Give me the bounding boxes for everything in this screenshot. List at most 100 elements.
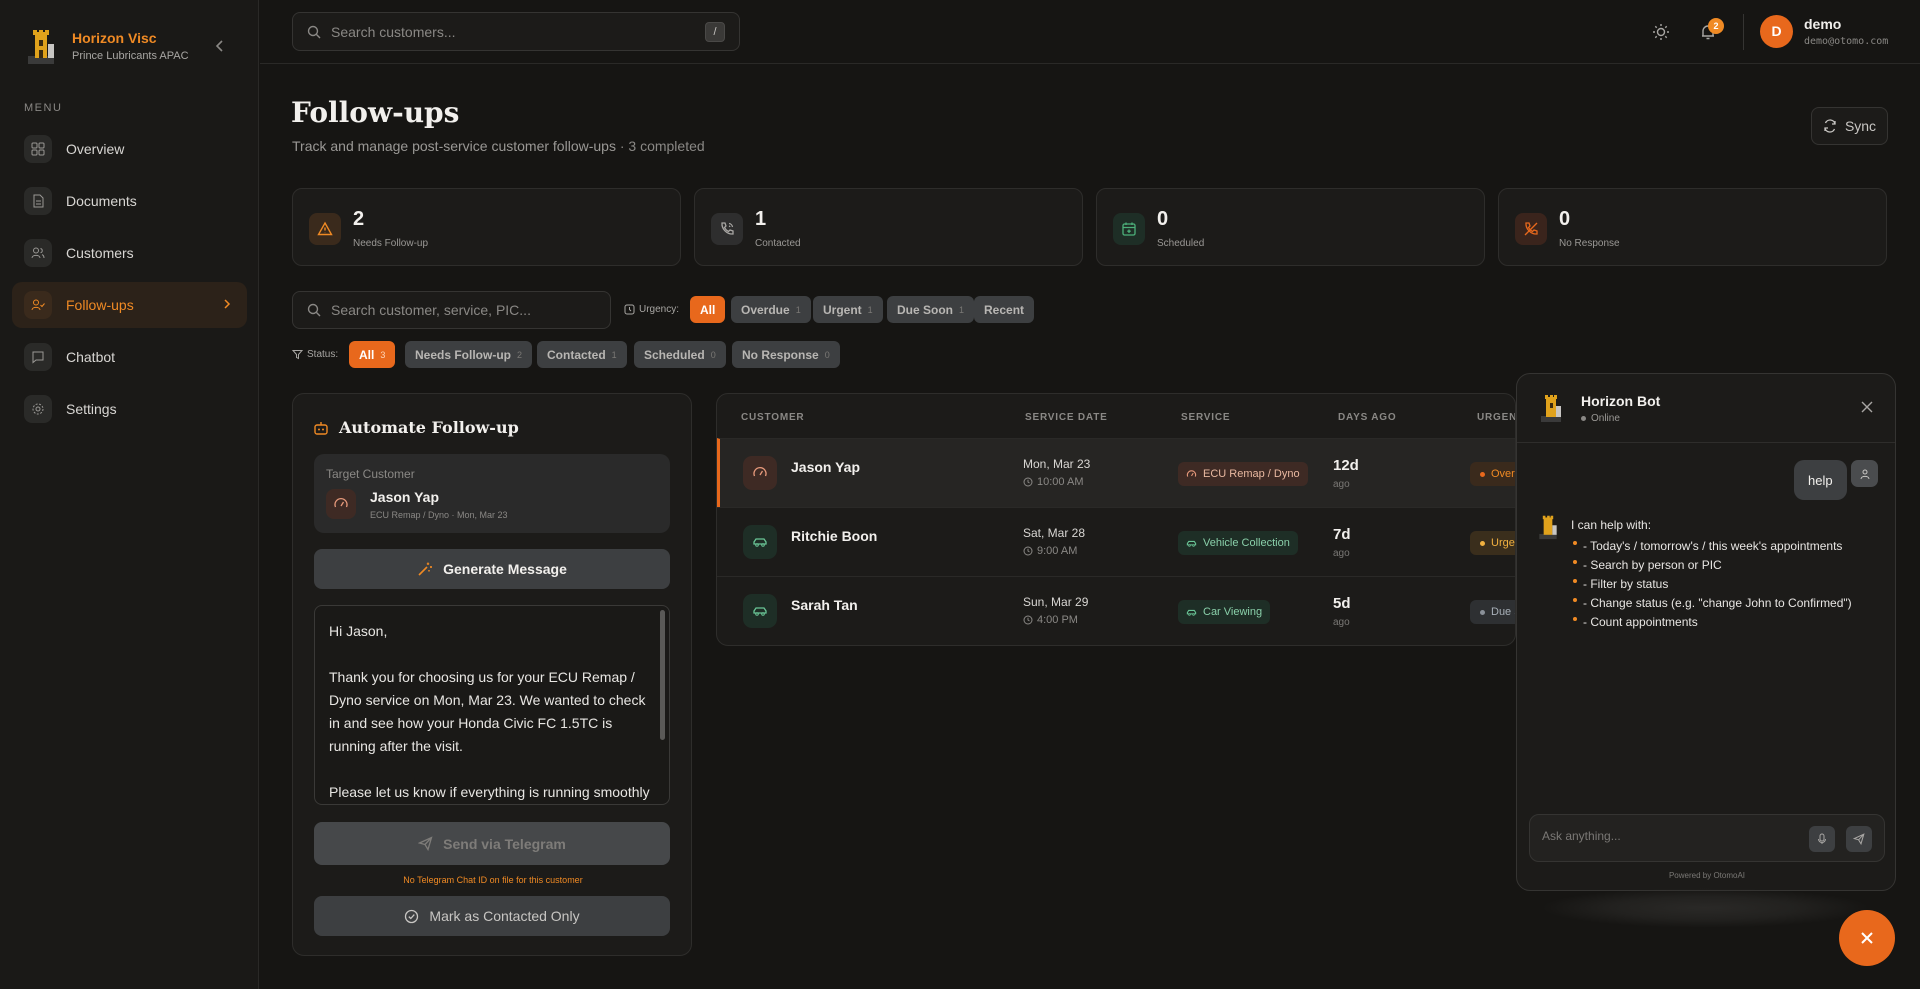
phone-call-icon — [711, 213, 743, 245]
target-customer-card: Target Customer Jason Yap ECU Remap / Dy… — [314, 454, 670, 533]
follow-ups-table: CUSTOMER SERVICE DATE SERVICE DAYS AGO U… — [716, 393, 1516, 646]
stat-card-scheduled[interactable]: 0 Scheduled — [1096, 188, 1485, 266]
urgency-filter-due-soon[interactable]: Due Soon 1 — [887, 296, 975, 323]
generate-message-button[interactable]: Generate Message — [314, 549, 670, 589]
mic-icon[interactable] — [1809, 826, 1835, 852]
chip-label: Needs Follow-up — [415, 347, 511, 362]
column-header-service-date[interactable]: SERVICE DATE — [1025, 412, 1108, 423]
contacted-label: Mark as Contacted Only — [429, 908, 580, 924]
brand[interactable]: Horizon Visc Prince Lubricants APAC — [24, 26, 189, 66]
status-filter-needs-follow-up[interactable]: Needs Follow-up 2 — [405, 341, 533, 368]
chip-label: All — [359, 347, 375, 362]
urgency-filter-recent[interactable]: Recent — [974, 296, 1035, 323]
calendar-plus-icon — [1113, 213, 1145, 245]
stat-value: 2 — [353, 208, 365, 230]
send-via-telegram-button[interactable]: Send via Telegram — [314, 822, 670, 865]
sidebar-item-follow-ups[interactable]: Follow-ups — [12, 282, 247, 328]
table-row[interactable]: Sarah Tan Sun, Mar 29 4:00 PM Car Viewin… — [717, 576, 1515, 645]
gauge-icon — [326, 489, 356, 519]
column-header-urgency[interactable]: URGENCY — [1477, 412, 1515, 423]
message-textarea[interactable]: Hi Jason, Thank you for choosing us for … — [314, 605, 670, 805]
service-time: 9:00 AM — [1023, 545, 1077, 557]
sidebar-item-label: Customers — [66, 245, 134, 261]
sync-button[interactable]: Sync — [1811, 107, 1888, 145]
chat-header: Horizon Bot Online — [1517, 374, 1895, 443]
search-shortcut-key: / — [705, 22, 725, 42]
days-ago-value: 5d — [1333, 595, 1351, 612]
telegram-label: Send via Telegram — [443, 835, 566, 852]
user-check-icon — [24, 291, 52, 319]
sidebar-item-label: Chatbot — [66, 349, 116, 365]
status-filter-no-response[interactable]: No Response 0 — [732, 341, 840, 368]
chip-label: Urgent — [823, 302, 862, 317]
stat-card-no-response[interactable]: 0 No Response — [1498, 188, 1887, 266]
service-text: Car Viewing — [1203, 606, 1263, 618]
message-scrollbar[interactable] — [660, 610, 665, 740]
urgency-dot — [1480, 471, 1485, 477]
follow-up-search[interactable] — [292, 291, 611, 329]
close-chat-button[interactable] — [1839, 910, 1895, 966]
sidebar-item-documents[interactable]: Documents — [12, 178, 247, 224]
page-title: Follow-ups — [291, 96, 460, 129]
stat-value: 0 — [1559, 208, 1571, 230]
filter-icon — [292, 350, 303, 360]
stat-card-needs-follow-up[interactable]: 2 Needs Follow-up — [292, 188, 681, 266]
search-input[interactable] — [331, 23, 691, 40]
status-filter-contacted[interactable]: Contacted 1 — [537, 341, 627, 368]
chat-input[interactable] — [1542, 829, 1802, 843]
status-filter-scheduled[interactable]: Scheduled 0 — [634, 341, 726, 368]
decorative-shadow — [1540, 888, 1870, 928]
stat-card-contacted[interactable]: 1 Contacted — [694, 188, 1083, 266]
list-item: - Count appointments — [1571, 613, 1881, 632]
table-row[interactable]: Jason Yap Mon, Mar 23 10:00 AM ECU Remap… — [717, 438, 1515, 507]
service-badge: ECU Remap / Dyno — [1178, 462, 1308, 486]
column-header-service[interactable]: SERVICE — [1181, 412, 1230, 423]
status-filter-all[interactable]: All 3 — [349, 341, 396, 368]
table-row[interactable]: Ritchie Boon Sat, Mar 28 9:00 AM Vehicle… — [717, 507, 1515, 576]
user-message-bubble: help — [1794, 460, 1847, 500]
brand-subtitle: Prince Lubricants APAC — [72, 50, 189, 62]
user-email: demo@otomo.com — [1804, 36, 1889, 47]
user-message-text: help — [1808, 472, 1833, 488]
urgency-filter-all[interactable]: All — [690, 296, 726, 323]
clock-icon — [1023, 615, 1033, 625]
sidebar-item-customers[interactable]: Customers — [12, 230, 247, 276]
mark-as-contacted-button[interactable]: Mark as Contacted Only — [314, 896, 670, 936]
sun-icon[interactable] — [1651, 22, 1671, 42]
clock-icon — [624, 304, 635, 315]
chip-label: Contacted — [547, 347, 606, 362]
message-text: Hi Jason, Thank you for choosing us for … — [329, 623, 650, 800]
column-header-customer[interactable]: CUSTOMER — [741, 412, 804, 423]
send-icon[interactable] — [1846, 826, 1872, 852]
sidebar-item-overview[interactable]: Overview — [12, 126, 247, 172]
clock-icon — [1023, 477, 1033, 487]
follow-up-search-input[interactable] — [331, 302, 601, 318]
bot-message-list: - Today's / tomorrow's / this week's app… — [1571, 537, 1881, 632]
urgency-filter-urgent[interactable]: Urgent 1 — [813, 296, 883, 323]
warning-icon — [309, 213, 341, 245]
sidebar-item-settings[interactable]: Settings — [12, 386, 247, 432]
menu-label: MENU — [24, 102, 63, 114]
bot-message-intro: I can help with: — [1571, 518, 1652, 532]
avatar[interactable]: D — [1760, 15, 1793, 48]
stat-label: No Response — [1559, 238, 1620, 249]
chip-count: 1 — [795, 304, 801, 315]
chip-count: 1 — [867, 304, 873, 315]
global-search[interactable]: / — [292, 12, 740, 51]
column-header-days-ago[interactable]: DAYS AGO — [1338, 412, 1396, 423]
status-dot — [1581, 416, 1586, 421]
topbar: / 2 D demo demo@otomo.com — [260, 0, 1920, 64]
stat-label: Scheduled — [1157, 238, 1205, 249]
urgency-label: Urgency: — [624, 304, 679, 315]
target-meta: ECU Remap / Dyno · Mon, Mar 23 — [370, 510, 508, 520]
completed-count: · 3 completed — [619, 138, 705, 154]
urgency-filter-overdue[interactable]: Overdue 1 — [731, 296, 811, 323]
user-avatar-icon — [1851, 460, 1878, 487]
sidebar-item-label: Overview — [66, 141, 125, 157]
list-item: - Today's / tomorrow's / this week's app… — [1571, 537, 1881, 556]
close-icon[interactable] — [1859, 399, 1875, 415]
chip-count: 1 — [959, 304, 965, 315]
sidebar-item-chatbot[interactable]: Chatbot — [12, 334, 247, 380]
service-date: Sat, Mar 28 — [1023, 526, 1086, 540]
chevron-left-icon[interactable] — [212, 38, 228, 54]
